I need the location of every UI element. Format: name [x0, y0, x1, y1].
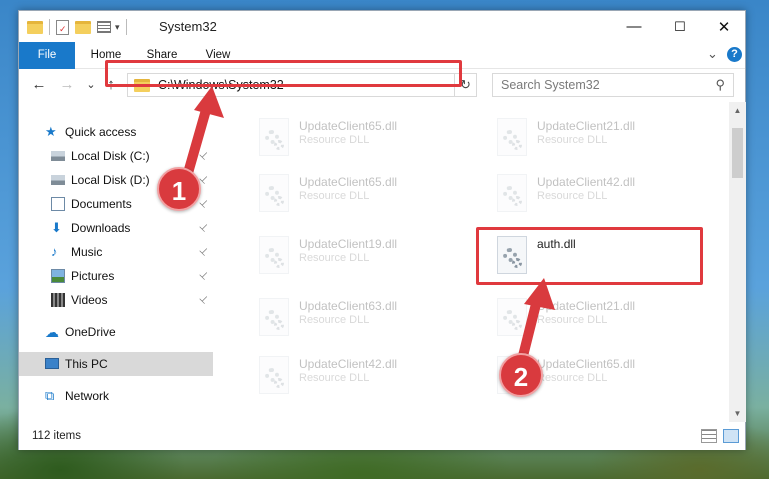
arrow-2 [517, 278, 555, 365]
step-1-badge: 1 [157, 167, 201, 211]
callout-arrows [181, 86, 555, 365]
step-2-badge: 2 [499, 353, 543, 397]
arrow-1 [181, 86, 224, 185]
